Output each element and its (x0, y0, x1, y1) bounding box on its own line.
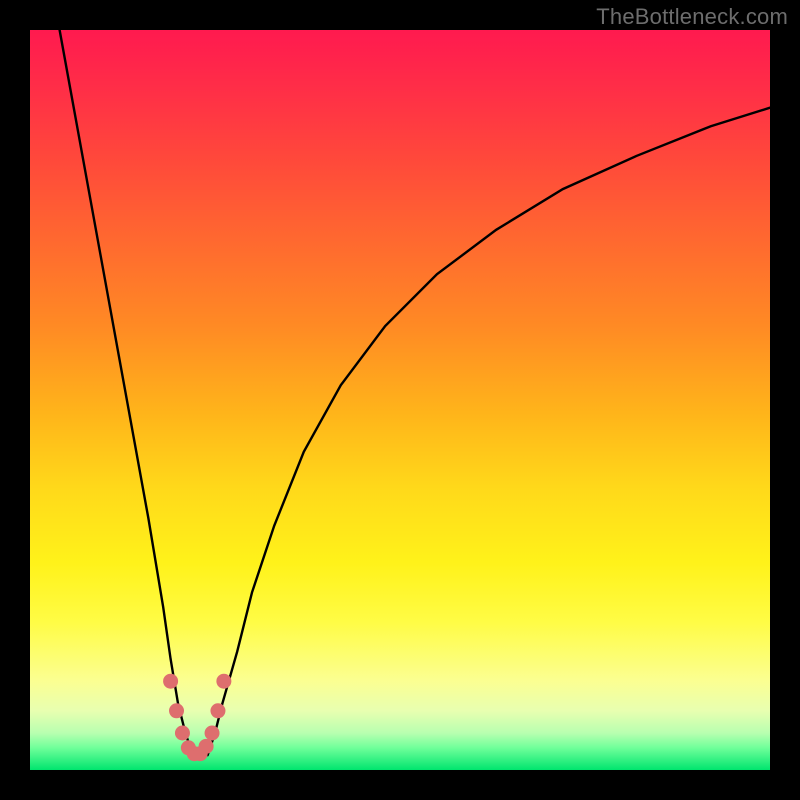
marker-dot (169, 703, 184, 718)
marker-dot (175, 726, 190, 741)
watermark-text: TheBottleneck.com (596, 4, 788, 30)
marker-dot (199, 739, 214, 754)
marker-dot (210, 703, 225, 718)
chart-frame: TheBottleneck.com (0, 0, 800, 800)
curve-svg (30, 30, 770, 770)
bottom-dots-group (163, 674, 231, 762)
curve-right-branch (208, 108, 770, 756)
marker-dot (205, 726, 220, 741)
curve-left-branch (60, 30, 193, 755)
plot-area (30, 30, 770, 770)
marker-dot (216, 674, 231, 689)
marker-dot (163, 674, 178, 689)
